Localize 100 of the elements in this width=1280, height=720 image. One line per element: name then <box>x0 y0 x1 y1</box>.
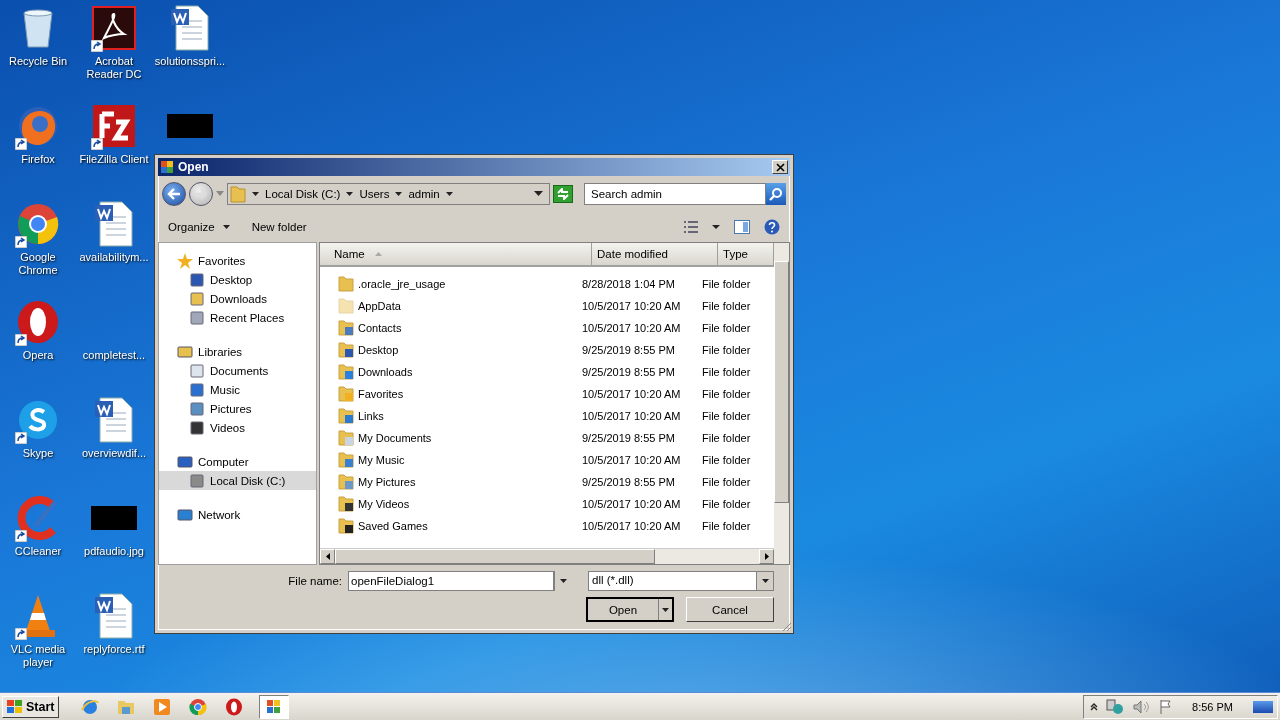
date-cell-text: 9/25/2019 8:55 PM <box>581 432 676 444</box>
desktop-icon-label[interactable]: CCleaner <box>14 545 62 558</box>
cloud-s-icon[interactable] <box>16 398 60 442</box>
network-icon[interactable] <box>1106 698 1125 715</box>
caret-icon[interactable] <box>252 191 259 197</box>
file-name[interactable]: AppData <box>358 300 401 312</box>
cancel-button[interactable]: Cancel <box>686 597 774 622</box>
forward-button[interactable] <box>189 182 213 206</box>
taskbar-button[interactable] <box>259 694 290 719</box>
desktop-icon-label[interactable]: Recycle Bin <box>8 55 68 68</box>
type-cell-text: File folder <box>701 278 752 290</box>
nav-item[interactable]: Music <box>159 380 316 399</box>
vertical-scrollbar[interactable] <box>774 243 789 564</box>
type-cell-text: File folder <box>701 366 752 378</box>
date-cell-text: 10/5/2017 10:20 AM <box>581 498 682 510</box>
address-bar[interactable]: Local Disk (C:) Users admin <box>227 183 550 205</box>
file-name[interactable]: Saved Games <box>358 520 428 532</box>
document-icon[interactable] <box>94 593 134 639</box>
column-header[interactable]: Name <box>320 243 592 265</box>
nav-item[interactable]: Favorites <box>159 251 316 270</box>
nav-item[interactable]: Downloads <box>159 289 316 308</box>
nav-item[interactable]: Recent Places <box>159 308 316 327</box>
picture-icon <box>189 400 205 417</box>
nav-item[interactable]: Libraries <box>159 342 316 361</box>
desktop-icon-label[interactable]: replyforce.rtf <box>83 643 145 656</box>
show-desktop-button[interactable] <box>1253 700 1273 713</box>
document-icon[interactable] <box>170 5 210 51</box>
start-button[interactable]: Start <box>2 695 60 718</box>
caret-icon[interactable] <box>395 191 403 197</box>
nav-item[interactable]: Documents <box>159 361 316 380</box>
column-header[interactable]: Date modified <box>592 243 718 265</box>
date-cell-text: 10/5/2017 10:20 AM <box>581 322 682 334</box>
caret-icon[interactable] <box>712 224 720 230</box>
caret-icon[interactable] <box>346 191 354 197</box>
breadcrumb-item[interactable]: Users <box>359 188 390 200</box>
desktop-icon-label[interactable]: Firefox <box>21 153 55 166</box>
image-thumbnail-icon[interactable] <box>91 506 137 530</box>
desktop-icon-label[interactable]: solutionsspri... <box>154 55 226 68</box>
file-name[interactable]: Downloads <box>358 366 413 378</box>
preview-pane-icon[interactable] <box>734 220 750 234</box>
file-name[interactable]: My Videos <box>358 498 410 510</box>
file-name[interactable]: My Music <box>358 454 405 466</box>
file-name[interactable]: Links <box>358 410 384 422</box>
view-list-icon[interactable] <box>684 221 698 233</box>
resize-grip-icon[interactable] <box>782 622 792 632</box>
file-name-field[interactable]: openFileDialog1 <box>348 571 554 591</box>
desktop-icon-label[interactable]: availabilitym... <box>79 251 149 264</box>
desktop-icon-label[interactable]: pdfaudio.jpg <box>84 545 144 558</box>
file-name[interactable]: .oracle_jre_usage <box>358 278 446 290</box>
file-name[interactable]: Favorites <box>358 388 404 400</box>
close-button[interactable] <box>772 160 788 174</box>
desktop-icon-label[interactable]: VLC media player <box>0 643 76 669</box>
nav-item[interactable]: Desktop <box>159 270 316 289</box>
search-field[interactable]: Search admin <box>584 183 766 205</box>
round-browser-icon[interactable] <box>16 202 60 246</box>
type-cell-text: File folder <box>701 476 752 488</box>
caret-icon <box>559 579 567 583</box>
nav-item[interactable]: Videos <box>159 418 316 437</box>
date-cell-text: 10/5/2017 10:20 AM <box>581 388 682 400</box>
breadcrumb-item[interactable]: Local Disk (C:) <box>265 188 341 200</box>
recycle-bin-icon[interactable] <box>21 7 55 49</box>
pdf-swirl-icon[interactable] <box>92 6 136 50</box>
horizontal-scrollbar[interactable] <box>320 548 774 564</box>
scroll-right-icon[interactable] <box>764 553 769 560</box>
nav-item[interactable]: Network <box>159 505 316 524</box>
file-name[interactable]: My Documents <box>358 432 432 444</box>
breadcrumb-item[interactable]: admin <box>408 188 440 200</box>
desktop-icon-label[interactable]: Google Chrome <box>0 251 76 277</box>
speaker-icon[interactable] <box>1132 698 1151 715</box>
desktop-icon-label[interactable]: Opera <box>22 349 54 362</box>
nav-item[interactable]: Local Disk (C:) <box>159 471 316 490</box>
nav-item[interactable]: Computer <box>159 452 316 471</box>
toolbar-button[interactable]: New folder <box>247 219 311 235</box>
image-thumbnail-icon[interactable] <box>167 114 213 138</box>
scroll-left-icon[interactable] <box>325 553 330 560</box>
refresh-button[interactable] <box>553 185 573 203</box>
window-title: Open <box>178 160 210 174</box>
letter-o-icon[interactable] <box>16 300 60 344</box>
desktop-icon-label[interactable]: completest... <box>82 349 146 362</box>
nav-item[interactable]: Pictures <box>159 399 316 418</box>
file-name[interactable]: My Pictures <box>358 476 416 488</box>
document-icon[interactable] <box>94 201 134 247</box>
chevron-up-icon[interactable] <box>1090 702 1099 711</box>
file-name[interactable]: Desktop <box>358 344 399 356</box>
help-icon[interactable] <box>764 219 780 235</box>
back-button[interactable] <box>162 182 186 206</box>
desktop-icon-label[interactable]: overviewdif... <box>81 447 147 460</box>
desktop-icon-label[interactable]: FileZilla Client <box>79 153 149 166</box>
file-name[interactable]: Contacts <box>358 322 402 334</box>
file-type-dropdown[interactable]: dll (*.dll) <box>588 571 774 591</box>
clock[interactable]: 8:56 PM <box>1192 700 1233 713</box>
toolbar-button[interactable]: Organize <box>164 219 234 235</box>
fox-globe-icon[interactable] <box>16 104 60 148</box>
document-icon[interactable] <box>94 397 134 443</box>
caret-icon[interactable] <box>445 191 453 197</box>
desktop-icon-label[interactable]: Acrobat Reader DC <box>76 55 152 81</box>
fz-app-icon[interactable] <box>92 104 136 148</box>
open-button[interactable]: Open <box>586 597 674 622</box>
desktop-icon-label[interactable]: Skype <box>22 447 54 460</box>
caret-icon[interactable] <box>534 191 543 197</box>
